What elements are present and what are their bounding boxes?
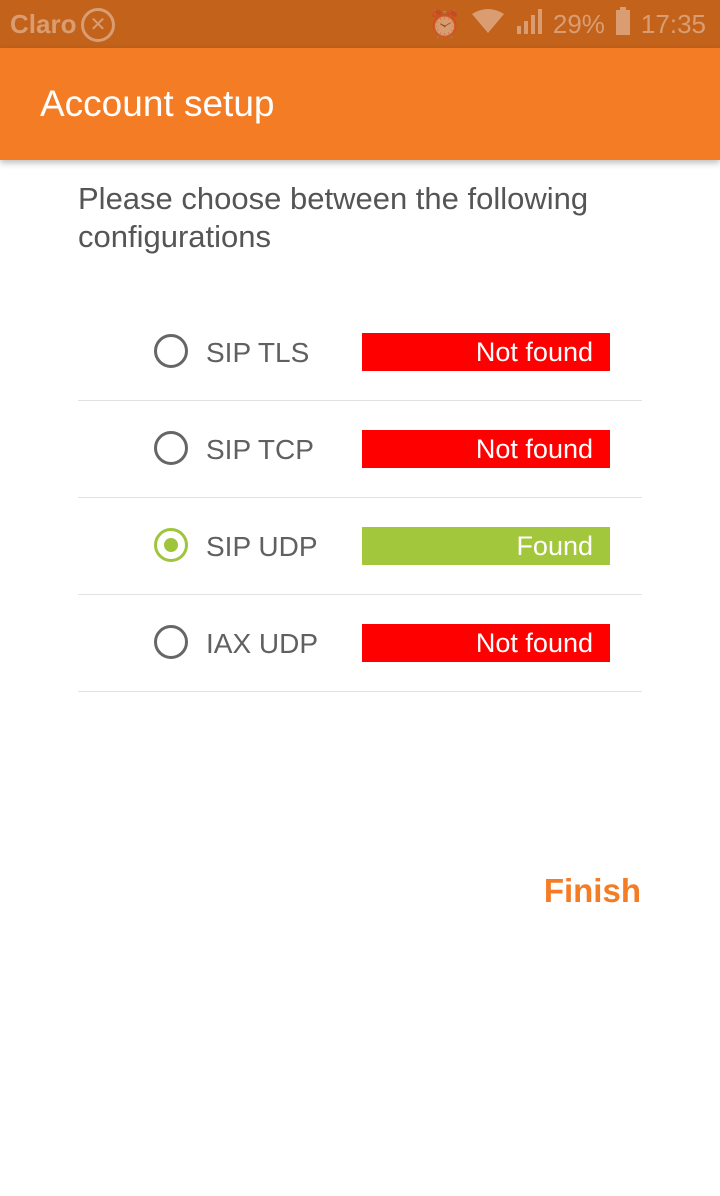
wifi-icon (471, 8, 505, 41)
intro-text: Please choose between the following conf… (78, 181, 589, 254)
x-circle-icon: ✕ (81, 8, 115, 42)
status-badge: Found (362, 527, 610, 565)
battery-percent: 29% (552, 8, 605, 39)
option-label: SIP UDP (206, 531, 318, 562)
app-bar: Account setup (0, 48, 720, 160)
option-sip-udp[interactable]: SIP UDP Found (78, 498, 642, 595)
radio-button[interactable] (154, 431, 188, 465)
battery-icon (615, 6, 631, 42)
option-label: IAX UDP (206, 628, 319, 659)
signal-icon (515, 8, 543, 41)
status-badge: Not found (362, 430, 610, 468)
option-label: SIP TCP (206, 434, 314, 465)
alarm-icon: ⏰ (428, 8, 461, 39)
page-title: Account setup (40, 83, 275, 124)
configuration-list: SIP TLS Not found SIP TCP Not found SIP … (78, 304, 642, 692)
option-iax-udp[interactable]: IAX UDP Not found (78, 595, 642, 692)
clock: 17:35 (640, 8, 706, 39)
option-label: SIP TLS (206, 337, 310, 368)
status-bar: Claro ✕ ⏰ 29% 17:35 (0, 0, 720, 48)
radio-button[interactable] (154, 334, 188, 368)
status-badge: Not found (362, 333, 610, 371)
finish-button[interactable]: Finish (544, 872, 641, 910)
radio-button[interactable] (154, 625, 188, 659)
status-badge: Not found (362, 624, 610, 662)
status-icons: ⏰ 29% 17:35 (428, 6, 706, 42)
carrier-name: Claro (10, 9, 77, 39)
option-sip-tls[interactable]: SIP TLS Not found (78, 304, 642, 401)
radio-button-checked[interactable] (154, 528, 188, 562)
option-sip-tcp[interactable]: SIP TCP Not found (78, 401, 642, 498)
